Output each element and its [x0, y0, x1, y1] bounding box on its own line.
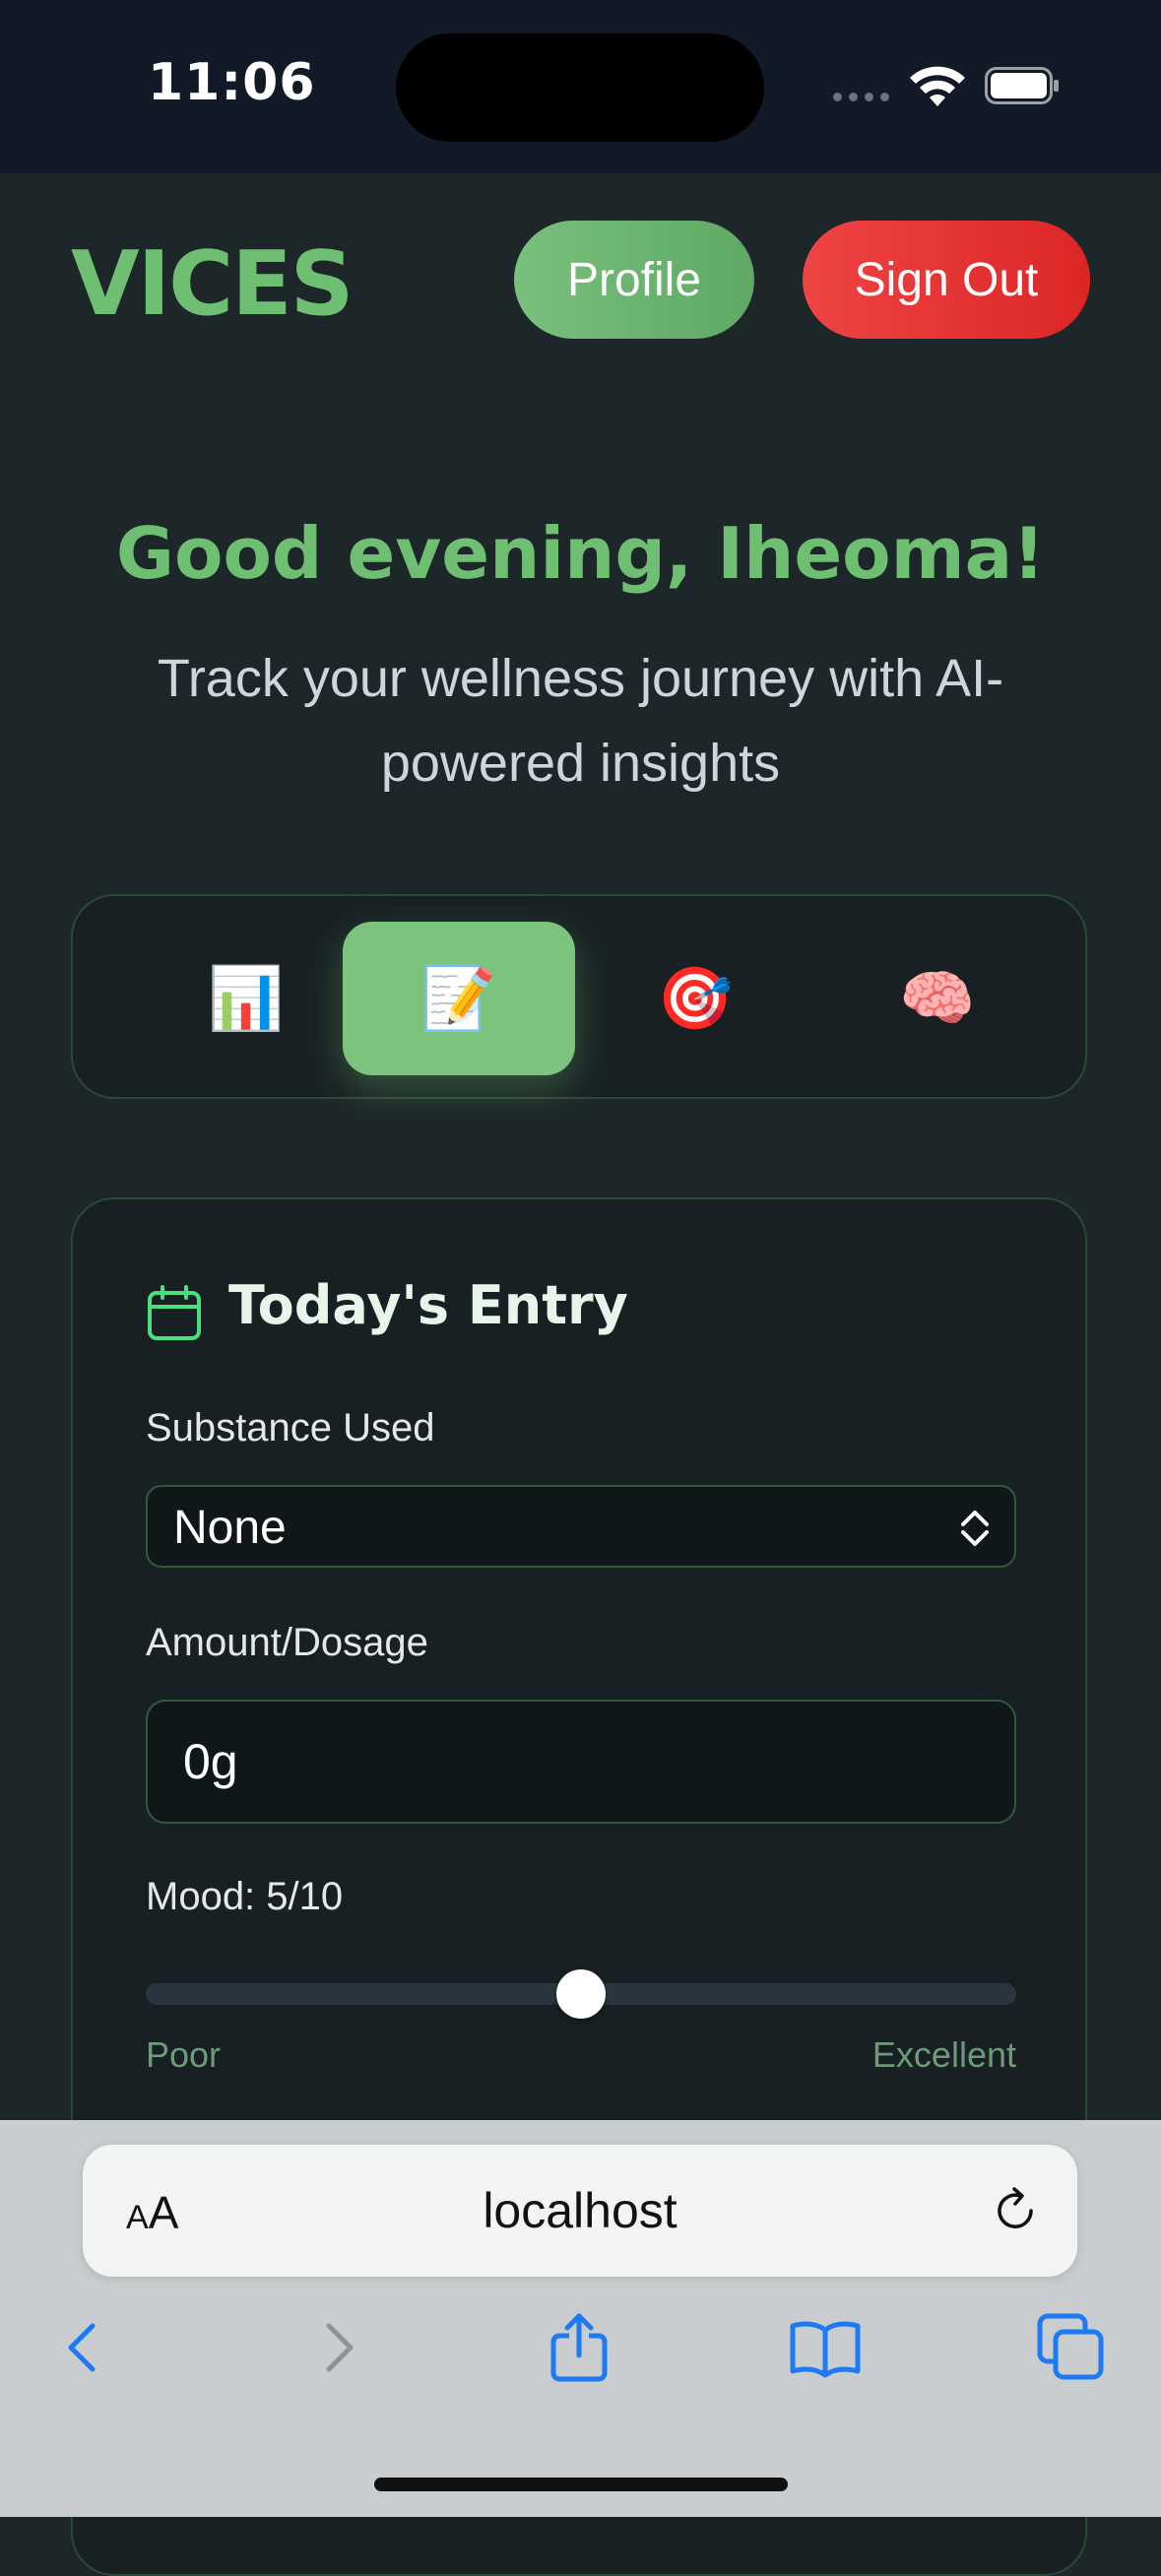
substance-select[interactable]: None — [146, 1485, 1016, 1568]
wifi-icon — [910, 66, 965, 106]
greeting-heading: Good evening, Iheoma! — [115, 512, 1046, 595]
status-time: 11:06 — [148, 53, 316, 112]
home-indicator — [374, 2478, 788, 2491]
dynamic-island — [396, 33, 764, 142]
reload-icon[interactable] — [989, 2184, 1042, 2237]
substance-value: None — [173, 1502, 287, 1554]
bar-chart-icon: 📊 — [208, 964, 285, 1033]
tab-entry[interactable]: 📝 — [343, 922, 575, 1075]
mood-slider-thumb[interactable] — [556, 1969, 606, 2019]
tab-goals[interactable]: 🎯 — [579, 922, 811, 1075]
section-tabs: 📊 📝 🎯 🧠 — [71, 894, 1087, 1099]
tab-dashboard[interactable]: 📊 — [130, 922, 362, 1075]
address-bar[interactable]: AA localhost — [83, 2145, 1077, 2277]
chevron-updown-icon — [961, 1511, 989, 1546]
memo-icon: 📝 — [420, 964, 497, 1033]
sign-out-button[interactable]: Sign Out — [803, 221, 1090, 339]
url-text: localhost — [483, 2183, 677, 2238]
amount-input[interactable] — [146, 1700, 1016, 1824]
app-logo[interactable]: VICES — [71, 232, 354, 336]
tab-insights[interactable]: 🧠 — [821, 922, 1054, 1075]
signal-icon — [833, 93, 889, 101]
bookmarks-icon[interactable] — [788, 2310, 863, 2385]
forward-icon[interactable] — [299, 2310, 374, 2385]
calendar-icon — [148, 1285, 201, 1340]
battery-icon — [985, 67, 1059, 104]
brain-icon: 🧠 — [899, 964, 976, 1033]
amount-label: Amount/Dosage — [146, 1621, 428, 1664]
entry-title: Today's Entry — [228, 1274, 628, 1336]
mood-max-label: Excellent — [871, 2034, 1016, 2075]
tabs-icon[interactable] — [1034, 2310, 1109, 2385]
substance-label: Substance Used — [146, 1406, 435, 1449]
status-bar: 11:06 — [0, 0, 1161, 173]
back-icon[interactable] — [47, 2310, 122, 2385]
profile-button[interactable]: Profile — [514, 221, 754, 339]
share-icon[interactable] — [542, 2310, 616, 2385]
target-icon: 🎯 — [657, 964, 734, 1033]
mood-label: Mood: 5/10 — [146, 1875, 344, 1918]
hero-subtitle: Track your wellness journey with AI-powe… — [157, 649, 1004, 793]
mood-min-label: Poor — [146, 2034, 222, 2075]
